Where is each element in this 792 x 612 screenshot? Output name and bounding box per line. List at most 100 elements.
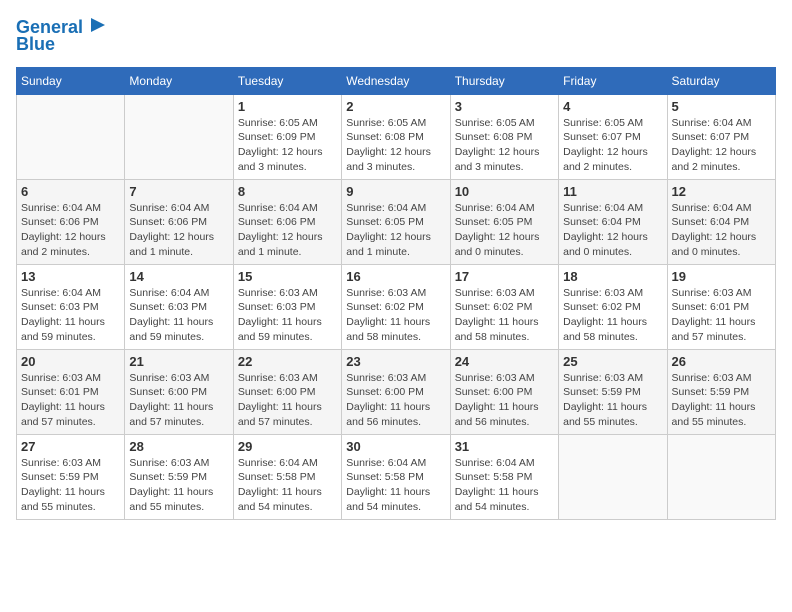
calendar-cell: 27Sunrise: 6:03 AMSunset: 5:59 PMDayligh…	[17, 434, 125, 519]
calendar-cell: 20 Sunrise: 6:03 AMSunset: 6:01 PMDayligh…	[17, 349, 125, 434]
day-number: 30	[346, 439, 445, 454]
day-number: 2	[346, 99, 445, 114]
logo: General Blue	[16, 16, 107, 55]
day-number: 28	[129, 439, 228, 454]
calendar-cell	[125, 94, 233, 179]
day-info: Sunrise: 6:03 AMSunset: 5:59 PMDaylight:…	[21, 456, 120, 515]
day-number: 19	[672, 269, 771, 284]
calendar-cell: 9 Sunrise: 6:04 AMSunset: 6:05 PMDaylight…	[342, 179, 450, 264]
day-info: Sunrise: 6:04 AMSunset: 6:05 PMDaylight:…	[455, 201, 554, 260]
weekday-header: Thursday	[450, 67, 558, 94]
day-number: 12	[672, 184, 771, 199]
logo-arrow-icon	[89, 16, 107, 34]
calendar-cell: 11 Sunrise: 6:04 AMSunset: 6:04 PMDayligh…	[559, 179, 667, 264]
page-header: General Blue	[16, 16, 776, 55]
day-info: Sunrise: 6:03 AMSunset: 6:00 PMDaylight:…	[238, 371, 337, 430]
day-info: Sunrise: 6:03 AMSunset: 5:59 PMDaylight:…	[672, 371, 771, 430]
calendar-cell: 31 Sunrise: 6:04 AMSunset: 5:58 PMDayligh…	[450, 434, 558, 519]
day-info: Sunrise: 6:05 AMSunset: 6:09 PMDaylight:…	[238, 116, 337, 175]
day-number: 22	[238, 354, 337, 369]
day-number: 29	[238, 439, 337, 454]
calendar-cell: 16 Sunrise: 6:03 AMSunset: 6:02 PMDayligh…	[342, 264, 450, 349]
logo-blue-text: Blue	[16, 35, 55, 55]
day-info: Sunrise: 6:03 AMSunset: 5:59 PMDaylight:…	[129, 456, 228, 515]
day-info: Sunrise: 6:04 AMSunset: 6:05 PMDaylight:…	[346, 201, 445, 260]
weekday-header: Friday	[559, 67, 667, 94]
calendar-table: SundayMondayTuesdayWednesdayThursdayFrid…	[16, 67, 776, 520]
calendar-cell: 3 Sunrise: 6:05 AMSunset: 6:08 PMDaylight…	[450, 94, 558, 179]
day-number: 15	[238, 269, 337, 284]
calendar-cell: 18 Sunrise: 6:03 AMSunset: 6:02 PMDayligh…	[559, 264, 667, 349]
day-info: Sunrise: 6:04 AMSunset: 5:58 PMDaylight:…	[346, 456, 445, 515]
day-info: Sunrise: 6:03 AMSunset: 6:00 PMDaylight:…	[455, 371, 554, 430]
day-info: Sunrise: 6:04 AMSunset: 6:03 PMDaylight:…	[21, 286, 120, 345]
day-info: Sunrise: 6:03 AMSunset: 6:00 PMDaylight:…	[129, 371, 228, 430]
day-info: Sunrise: 6:04 AMSunset: 6:03 PMDaylight:…	[129, 286, 228, 345]
day-number: 10	[455, 184, 554, 199]
day-number: 24	[455, 354, 554, 369]
day-number: 25	[563, 354, 662, 369]
calendar-cell: 10 Sunrise: 6:04 AMSunset: 6:05 PMDayligh…	[450, 179, 558, 264]
day-number: 3	[455, 99, 554, 114]
calendar-cell: 17 Sunrise: 6:03 AMSunset: 6:02 PMDayligh…	[450, 264, 558, 349]
weekday-header: Tuesday	[233, 67, 341, 94]
day-info: Sunrise: 6:05 AMSunset: 6:07 PMDaylight:…	[563, 116, 662, 175]
calendar-cell: 26 Sunrise: 6:03 AMSunset: 5:59 PMDayligh…	[667, 349, 775, 434]
calendar-cell: 2 Sunrise: 6:05 AMSunset: 6:08 PMDaylight…	[342, 94, 450, 179]
calendar-cell: 13 Sunrise: 6:04 AMSunset: 6:03 PMDayligh…	[17, 264, 125, 349]
day-info: Sunrise: 6:03 AMSunset: 6:00 PMDaylight:…	[346, 371, 445, 430]
day-number: 18	[563, 269, 662, 284]
calendar-cell: 5Sunrise: 6:04 AMSunset: 6:07 PMDaylight…	[667, 94, 775, 179]
day-info: Sunrise: 6:04 AMSunset: 5:58 PMDaylight:…	[455, 456, 554, 515]
calendar-cell: 25 Sunrise: 6:03 AMSunset: 5:59 PMDayligh…	[559, 349, 667, 434]
day-number: 20	[21, 354, 120, 369]
day-info: Sunrise: 6:05 AMSunset: 6:08 PMDaylight:…	[455, 116, 554, 175]
day-number: 16	[346, 269, 445, 284]
calendar-cell: 15 Sunrise: 6:03 AMSunset: 6:03 PMDayligh…	[233, 264, 341, 349]
day-info: Sunrise: 6:03 AMSunset: 6:03 PMDaylight:…	[238, 286, 337, 345]
calendar-cell	[17, 94, 125, 179]
day-info: Sunrise: 6:03 AMSunset: 6:01 PMDaylight:…	[21, 371, 120, 430]
weekday-header: Wednesday	[342, 67, 450, 94]
day-number: 21	[129, 354, 228, 369]
day-info: Sunrise: 6:04 AMSunset: 5:58 PMDaylight:…	[238, 456, 337, 515]
calendar-cell: 6 Sunrise: 6:04 AMSunset: 6:06 PMDaylight…	[17, 179, 125, 264]
day-info: Sunrise: 6:04 AMSunset: 6:06 PMDaylight:…	[238, 201, 337, 260]
day-number: 6	[21, 184, 120, 199]
day-info: Sunrise: 6:03 AMSunset: 6:02 PMDaylight:…	[346, 286, 445, 345]
calendar-cell: 24 Sunrise: 6:03 AMSunset: 6:00 PMDayligh…	[450, 349, 558, 434]
day-info: Sunrise: 6:03 AMSunset: 6:02 PMDaylight:…	[563, 286, 662, 345]
day-number: 8	[238, 184, 337, 199]
day-number: 7	[129, 184, 228, 199]
calendar-cell	[667, 434, 775, 519]
day-number: 13	[21, 269, 120, 284]
day-number: 11	[563, 184, 662, 199]
calendar-cell: 30 Sunrise: 6:04 AMSunset: 5:58 PMDayligh…	[342, 434, 450, 519]
calendar-cell: 4 Sunrise: 6:05 AMSunset: 6:07 PMDaylight…	[559, 94, 667, 179]
day-number: 31	[455, 439, 554, 454]
day-info: Sunrise: 6:04 AMSunset: 6:04 PMDaylight:…	[563, 201, 662, 260]
day-info: Sunrise: 6:04 AMSunset: 6:06 PMDaylight:…	[21, 201, 120, 260]
weekday-header: Monday	[125, 67, 233, 94]
calendar-cell	[559, 434, 667, 519]
day-number: 1	[238, 99, 337, 114]
calendar-cell: 1 Sunrise: 6:05 AMSunset: 6:09 PMDaylight…	[233, 94, 341, 179]
weekday-header: Sunday	[17, 67, 125, 94]
day-number: 9	[346, 184, 445, 199]
day-info: Sunrise: 6:04 AMSunset: 6:06 PMDaylight:…	[129, 201, 228, 260]
calendar-cell: 7 Sunrise: 6:04 AMSunset: 6:06 PMDaylight…	[125, 179, 233, 264]
day-info: Sunrise: 6:04 AMSunset: 6:07 PMDaylight:…	[672, 116, 771, 175]
day-info: Sunrise: 6:03 AMSunset: 5:59 PMDaylight:…	[563, 371, 662, 430]
day-info: Sunrise: 6:05 AMSunset: 6:08 PMDaylight:…	[346, 116, 445, 175]
day-number: 23	[346, 354, 445, 369]
day-number: 26	[672, 354, 771, 369]
calendar-cell: 21 Sunrise: 6:03 AMSunset: 6:00 PMDayligh…	[125, 349, 233, 434]
day-number: 4	[563, 99, 662, 114]
calendar-cell: 12 Sunrise: 6:04 AMSunset: 6:04 PMDayligh…	[667, 179, 775, 264]
calendar-cell: 23 Sunrise: 6:03 AMSunset: 6:00 PMDayligh…	[342, 349, 450, 434]
calendar-cell: 8 Sunrise: 6:04 AMSunset: 6:06 PMDaylight…	[233, 179, 341, 264]
day-info: Sunrise: 6:04 AMSunset: 6:04 PMDaylight:…	[672, 201, 771, 260]
day-number: 17	[455, 269, 554, 284]
day-info: Sunrise: 6:03 AMSunset: 6:02 PMDaylight:…	[455, 286, 554, 345]
calendar-cell: 22 Sunrise: 6:03 AMSunset: 6:00 PMDayligh…	[233, 349, 341, 434]
